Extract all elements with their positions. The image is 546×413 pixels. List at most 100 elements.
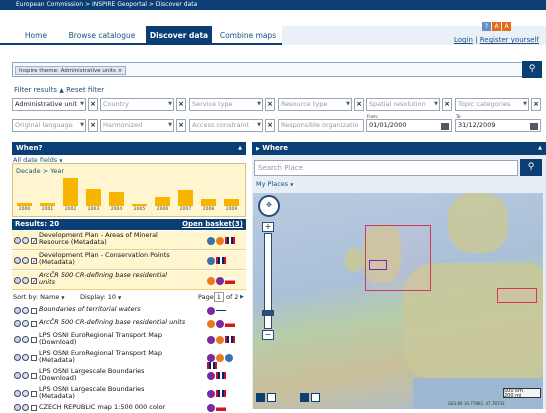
- view-service-icon[interactable]: [207, 307, 215, 315]
- tab-home[interactable]: Home: [16, 26, 56, 45]
- basket-checkbox[interactable]: [31, 308, 37, 314]
- histogram-bar-2005[interactable]: [132, 204, 147, 206]
- font-size-large-icon[interactable]: A: [502, 22, 511, 31]
- display-dropdown[interactable]: Display: 10 ▼: [80, 292, 121, 303]
- basket-checkbox[interactable]: [31, 372, 37, 379]
- when-panel-header[interactable]: When? ▲: [12, 142, 246, 155]
- view-service-icon[interactable]: [216, 320, 224, 328]
- search-button[interactable]: ⚲: [522, 61, 542, 78]
- view-icon[interactable]: [22, 389, 29, 397]
- filter-resource-type[interactable]: Resource type ▼: [278, 98, 352, 111]
- view-service-icon[interactable]: [207, 404, 215, 412]
- uk-flag-icon[interactable]: [216, 389, 226, 397]
- clear-filter-button[interactable]: ×: [265, 119, 275, 132]
- overview-icon[interactable]: [267, 393, 276, 402]
- metadata-icon[interactable]: [14, 404, 21, 411]
- metadata-icon[interactable]: [14, 371, 21, 379]
- view-icon[interactable]: [22, 320, 29, 327]
- basket-checkbox[interactable]: ✓: [31, 277, 37, 284]
- clear-filter-button[interactable]: ×: [88, 98, 98, 111]
- zoom-out-button[interactable]: −: [262, 330, 274, 340]
- cz-flag-icon[interactable]: [225, 320, 235, 327]
- globe-icon[interactable]: [207, 236, 215, 245]
- uk-flag-icon[interactable]: [216, 256, 226, 264]
- zoom-slider[interactable]: [262, 233, 274, 329]
- my-places-dropdown[interactable]: My Places ▼: [256, 180, 293, 188]
- view-service-icon[interactable]: [207, 335, 215, 344]
- reset-filter-link[interactable]: Reset filter: [66, 86, 104, 94]
- view-service-icon[interactable]: [207, 371, 215, 380]
- pan-control[interactable]: ✥: [258, 195, 280, 217]
- cz-flag-icon[interactable]: [225, 276, 235, 284]
- clear-filter-button[interactable]: ×: [88, 119, 98, 132]
- zoom-in-button[interactable]: +: [262, 222, 274, 232]
- clear-filter-button[interactable]: ×: [176, 98, 186, 111]
- fi-flag-icon[interactable]: [216, 307, 226, 314]
- filter-responsible-organization[interactable]: Responsible organizatio: [278, 119, 364, 132]
- calendar-icon[interactable]: [530, 123, 538, 130]
- zoom-slider-handle[interactable]: [262, 310, 274, 316]
- histogram-bar-2006[interactable]: [155, 197, 170, 206]
- page-input[interactable]: 1: [213, 292, 224, 302]
- result-title[interactable]: ArcČR 500 CR-defining base residential u…: [39, 319, 207, 326]
- view-icon[interactable]: [22, 236, 29, 244]
- result-title[interactable]: LPS OSNI EuroRegional Transport Map (Meta…: [39, 350, 207, 364]
- histogram-bar-2000[interactable]: [17, 202, 32, 206]
- result-row[interactable]: ✓ ArcČR 500 CR-defining base residential u…: [12, 271, 246, 290]
- metadata-icon[interactable]: [14, 307, 21, 314]
- open-basket-link[interactable]: Open basket(3): [182, 219, 243, 230]
- result-row[interactable]: LPS OSNI EuroRegional Transport Map (Meta…: [12, 349, 246, 369]
- uk-flag-icon[interactable]: [216, 371, 226, 379]
- histogram-bar-2003[interactable]: [86, 188, 101, 206]
- collapse-icon[interactable]: ▲: [238, 142, 242, 155]
- view-icon[interactable]: [22, 404, 29, 411]
- download-icon[interactable]: [216, 353, 224, 362]
- filter-original-language[interactable]: Original language ▼: [12, 119, 86, 132]
- result-row[interactable]: LPS OSNI Largescale Boundaries (Metadata): [12, 385, 246, 402]
- login-link[interactable]: Login: [454, 36, 473, 44]
- filter-harmonized[interactable]: Harmonized ▼: [100, 119, 174, 132]
- histogram-bar-2007[interactable]: [178, 190, 193, 206]
- metadata-icon[interactable]: [14, 320, 21, 327]
- filter-access-constraint[interactable]: Access constraint ▼: [189, 119, 263, 132]
- result-row[interactable]: LPS OSNI EuroRegional Transport Map (Down…: [12, 331, 246, 348]
- filter-administrative-unit[interactable]: Administrative unit ▼: [12, 98, 86, 111]
- view-service-icon[interactable]: [207, 389, 215, 398]
- theme-filter-chip[interactable]: Inspire theme: Administrative units ×: [15, 66, 127, 75]
- result-title[interactable]: Development Plan - Areas of Mineral Resou…: [39, 232, 207, 246]
- view-icon[interactable]: [22, 353, 29, 361]
- result-title[interactable]: Boundaries of territorial waters: [39, 306, 207, 313]
- cz-flag-icon[interactable]: [216, 404, 226, 411]
- date-from-input[interactable]: 01/01/2000: [366, 119, 452, 132]
- basket-checkbox[interactable]: [31, 336, 37, 343]
- metadata-icon[interactable]: [14, 256, 21, 264]
- calendar-icon[interactable]: [441, 123, 449, 130]
- result-title[interactable]: LPS OSNI Largescale Boundaries (Metadata): [39, 386, 207, 400]
- clear-filter-button[interactable]: ×: [176, 119, 186, 132]
- result-title[interactable]: ArcČR 500 CR-defining base residential un…: [39, 272, 207, 286]
- font-size-icon[interactable]: A: [492, 22, 501, 31]
- clear-filter-button[interactable]: ×: [442, 98, 452, 111]
- tab-browse-catalogue[interactable]: Browse catalogue: [64, 26, 140, 45]
- result-extent-box[interactable]: [369, 260, 387, 270]
- result-title[interactable]: LPS OSNI EuroRegional Transport Map (Down…: [39, 332, 207, 346]
- view-icon[interactable]: [22, 256, 29, 264]
- download-icon[interactable]: [216, 236, 224, 245]
- view-icon[interactable]: [22, 276, 29, 284]
- fullscreen-icon[interactable]: [300, 393, 309, 402]
- result-row[interactable]: Boundaries of territorial waters: [12, 305, 246, 317]
- place-search-button[interactable]: ⚲: [520, 159, 542, 176]
- result-title[interactable]: CZECH REPUBLIC map 1:500 000 color: [39, 404, 207, 411]
- sort-dropdown[interactable]: Sort by: Name ▼: [13, 292, 64, 303]
- result-title[interactable]: LPS OSNI Largescale Boundaries (Download): [39, 368, 207, 382]
- view-icon[interactable]: [22, 307, 29, 314]
- histogram-bar-2009[interactable]: [224, 199, 239, 206]
- filter-results-link[interactable]: Filter results: [14, 86, 57, 94]
- result-row[interactable]: CZECH REPUBLIC map 1:500 000 color: [12, 403, 246, 413]
- result-extent-box[interactable]: [497, 288, 537, 303]
- globe-icon[interactable]: [207, 256, 215, 265]
- next-page-icon[interactable]: ▶: [240, 292, 244, 302]
- filter-topic-categories[interactable]: Topic categories ▼: [455, 98, 529, 111]
- histogram-bar-2001[interactable]: [40, 202, 55, 206]
- place-search-input[interactable]: Search Place: [254, 160, 518, 176]
